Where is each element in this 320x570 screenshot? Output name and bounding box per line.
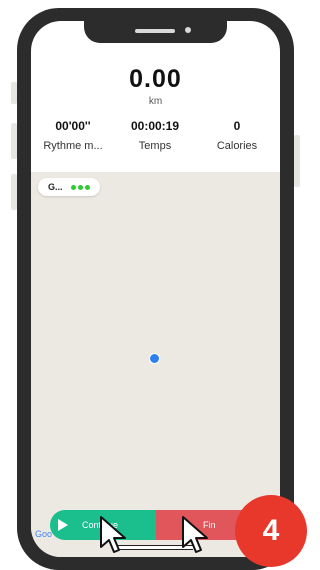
front-camera [185, 27, 191, 33]
stat-pace-label: Rythme m... [43, 140, 103, 152]
current-location-dot [149, 353, 160, 364]
gps-indicator: G... [38, 178, 100, 196]
phone-frame: 0.00 km 00'00'' Rythme m... 00:00:19 Tem… [17, 8, 294, 570]
phone-side-button [294, 135, 300, 187]
phone-screen: 0.00 km 00'00'' Rythme m... 00:00:19 Tem… [31, 21, 280, 557]
stat-calories-label: Calories [216, 140, 258, 152]
gps-label: G... [48, 182, 63, 192]
stat-time-label: Temps [138, 140, 172, 152]
phone-notch [84, 21, 227, 43]
stat-time-value: 00:00:19 [130, 119, 180, 133]
distance-value: 0.00 [129, 65, 182, 93]
distance-unit: km [148, 96, 163, 107]
gps-signal-icon [70, 184, 90, 190]
pointer-cursor-icon [100, 516, 126, 553]
play-icon [58, 519, 68, 531]
stat-time: 00:00:19 Temps [115, 119, 195, 152]
speaker-grille [135, 29, 175, 33]
stat-pace-value: 00'00'' [55, 119, 91, 133]
map-attribution: Goo [35, 529, 53, 539]
map-view[interactable]: G... Goo Continue Fin [31, 172, 280, 557]
pointer-cursor-icon [182, 516, 208, 553]
stat-calories-value: 0 [233, 119, 241, 133]
step-number-badge: 4 [235, 495, 307, 567]
stat-pace: 00'00'' Rythme m... [33, 119, 113, 152]
stat-calories: 0 Calories [197, 119, 277, 152]
